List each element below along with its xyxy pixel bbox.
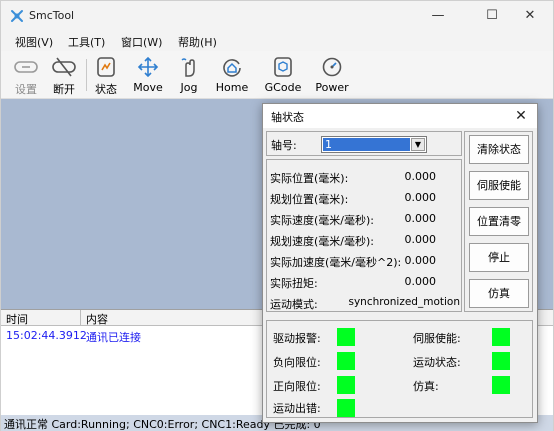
chevron-down-icon[interactable]: ▼ [411,138,425,151]
toolbar-move-label: Move [133,81,163,94]
app-title: SmcTool [29,9,75,22]
led-drive-alarm [337,328,355,346]
axis-select[interactable]: 1 ▼ [321,136,427,153]
menu-window[interactable]: 窗口(W) [121,34,162,50]
info-row-actual-speed: 实际速度(毫米/毫秒): 0.000 [270,212,460,228]
position-zero-button[interactable]: 位置清零 [469,207,529,236]
io-label-drive-alarm: 驱动报警: [273,332,321,345]
led-motion-error [337,399,355,417]
axis-info-group: 实际位置(毫米): 0.000 规划位置(毫米): 0.000 实际速度(毫米/… [266,159,462,312]
move-icon [137,56,159,78]
dialog-title: 轴状态 [271,111,304,124]
info-value: 0.000 [404,275,437,288]
power-gauge-icon [322,57,342,77]
io-label-positive-limit: 正向限位: [273,380,321,393]
menu-tools[interactable]: 工具(T) [68,34,105,50]
toolbar-power-button[interactable]: Power [311,53,353,97]
toolbar-status-label: 状态 [95,83,117,96]
info-row-actual-torque: 实际扭矩: 0.000 [270,275,460,291]
dialog-close-button[interactable]: ✕ [511,106,531,126]
menu-bar: 视图(V) 工具(T) 窗口(W) 帮助(H) [1,31,553,51]
disconnect-icon [52,57,76,77]
settings-link-icon [14,61,38,73]
axis-status-dialog: 轴状态 ✕ 轴号: 1 ▼ 实际位置(毫米): 0.000 规划位置(毫米): … [262,103,538,423]
axis-label: 轴号: [271,139,297,152]
toolbar-power-label: Power [315,81,349,94]
toolbar: 设置 断开 状态 Move Jog Home GCode Power [1,51,553,99]
toolbar-jog-button[interactable]: Jog [173,53,205,97]
info-label: 运动模式: [270,298,318,311]
io-label-motion-state: 运动状态: [413,356,461,369]
toolbar-disconnect-button[interactable]: 断开 [47,53,81,97]
info-row-motion-mode: 运动模式: synchronized_motion [270,296,460,312]
led-positive-limit [337,376,355,394]
info-label: 实际扭矩: [270,277,318,290]
clear-status-button[interactable]: 清除状态 [469,135,529,164]
info-row-planned-speed: 规划速度(毫米/毫秒): 0.000 [270,233,460,249]
info-row-actual-acceleration: 实际加速度(毫米/毫秒^2): 0.000 [270,254,460,270]
app-logo-icon [11,10,23,22]
main-window: SmcTool — ☐ ✕ 视图(V) 工具(T) 窗口(W) 帮助(H) 设置… [0,0,554,431]
led-motion-state [492,352,510,370]
menu-help[interactable]: 帮助(H) [178,34,217,50]
io-label-servo-enable: 伺服使能: [413,332,461,345]
info-value: 0.000 [404,254,437,267]
menu-view[interactable]: 视图(V) [15,34,53,50]
axis-select-value[interactable]: 1 [323,138,410,151]
stop-button[interactable]: 停止 [469,243,529,272]
title-bar: SmcTool — ☐ ✕ [1,1,553,31]
led-negative-limit [337,352,355,370]
close-button[interactable]: ✕ [507,1,553,31]
log-row-content[interactable]: 通讯已连接 [86,329,141,345]
led-servo-enable [492,328,510,346]
toolbar-settings-button[interactable]: 设置 [9,53,43,97]
info-value: synchronized_motion [348,296,460,308]
toolbar-settings-label: 设置 [15,83,37,96]
gcode-icon [274,57,292,77]
toolbar-separator [86,59,87,91]
info-row-planned-position: 规划位置(毫米): 0.000 [270,191,460,207]
io-label-negative-limit: 负向限位: [273,356,321,369]
toolbar-gcode-button[interactable]: GCode [263,53,303,97]
simulation-button[interactable]: 仿真 [469,279,529,308]
info-label: 实际速度(毫米/毫秒): [270,214,374,227]
info-row-actual-position: 实际位置(毫米): 0.000 [270,170,460,186]
led-simulation [492,376,510,394]
toolbar-home-label: Home [215,81,249,94]
info-label: 实际加速度(毫米/毫秒^2): [270,256,402,269]
jog-hand-icon [181,58,195,77]
toolbar-home-button[interactable]: Home [213,53,251,97]
axis-action-group: 清除状态 伺服使能 位置清零 停止 仿真 [464,131,533,312]
minimize-button[interactable]: — [415,1,461,31]
toolbar-status-button[interactable]: 状态 [91,53,121,97]
info-label: 实际位置(毫米): [270,172,349,185]
info-value: 0.000 [404,233,437,246]
home-icon [223,59,241,77]
io-label-simulation: 仿真: [413,380,439,393]
toolbar-gcode-label: GCode [264,81,302,94]
log-row-time[interactable]: 15:02:44.3912 [6,329,87,342]
log-column-content[interactable]: 内容 [86,311,108,327]
dialog-title-bar: 轴状态 ✕ [263,104,537,128]
info-label: 规划位置(毫米): [270,193,349,206]
io-label-motion-error: 运动出错: [273,402,321,415]
axis-io-group: 驱动报警: 负向限位: 正向限位: 运动出错: 伺服使能: 运动状态: 仿真: [266,320,533,418]
info-value: 0.000 [404,170,437,183]
servo-enable-button[interactable]: 伺服使能 [469,171,529,200]
log-column-time[interactable]: 时间 [6,311,28,327]
toolbar-jog-label: Jog [180,81,198,94]
axis-select-group: 轴号: 1 ▼ [266,131,462,156]
info-label: 规划速度(毫米/毫秒): [270,235,374,248]
toolbar-disconnect-label: 断开 [53,83,75,96]
status-icon [97,57,115,77]
info-value: 0.000 [404,212,437,225]
info-value: 0.000 [404,191,437,204]
toolbar-move-button[interactable]: Move [129,53,167,97]
log-column-divider [80,310,81,326]
